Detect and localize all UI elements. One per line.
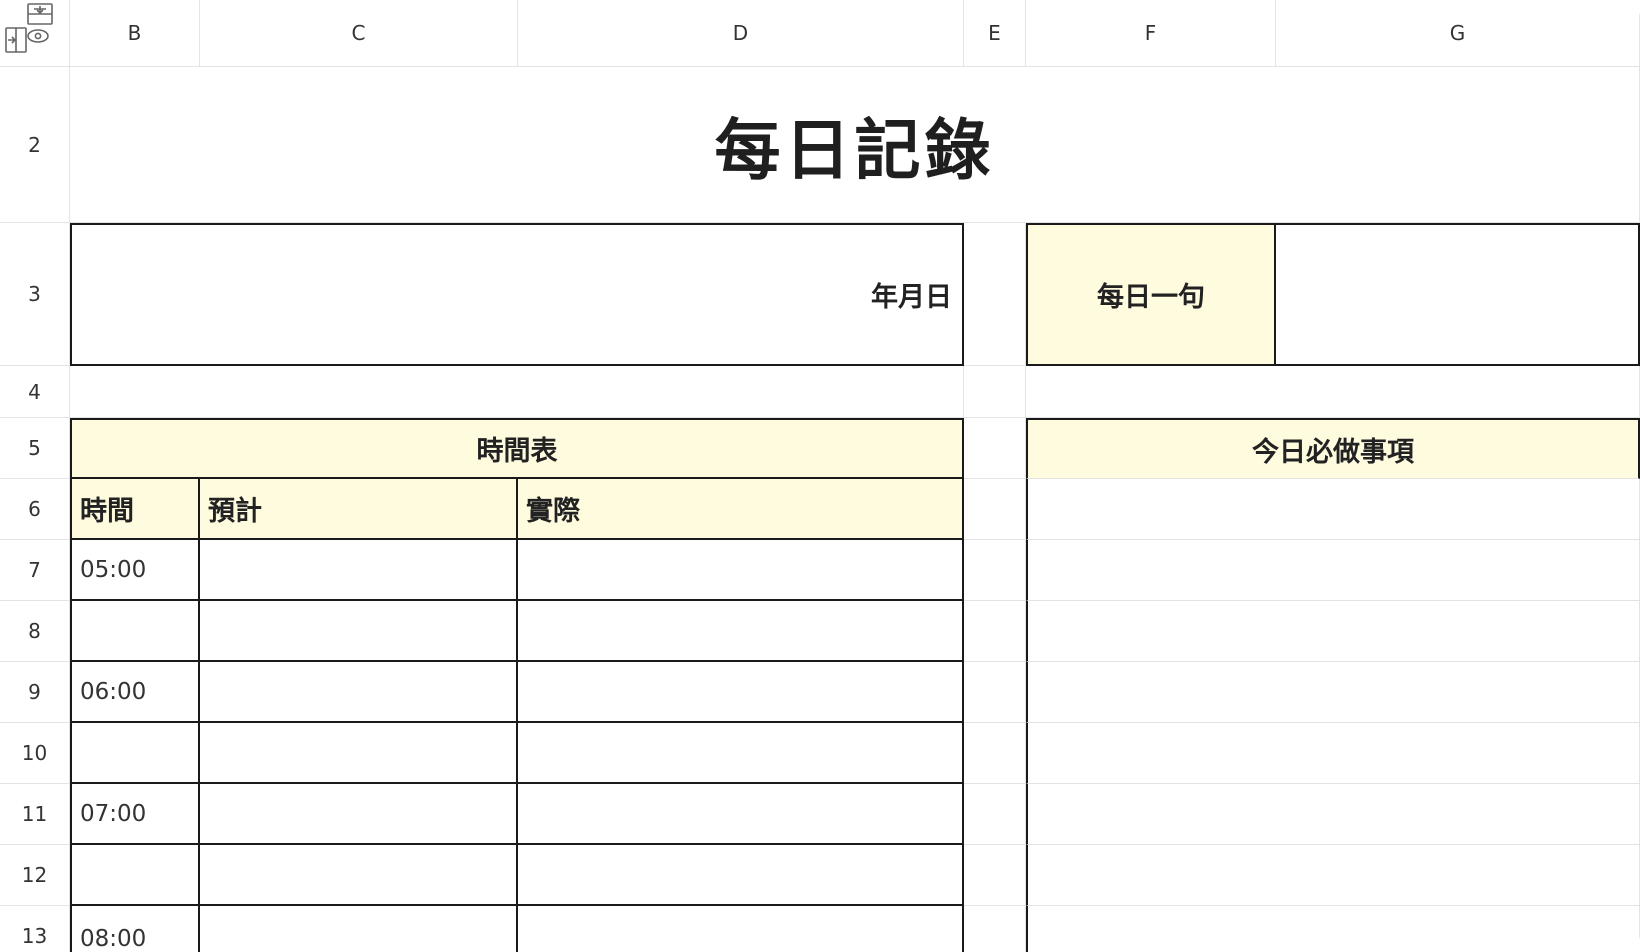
actual-column-header[interactable]: 實際: [518, 479, 964, 540]
actual-cell[interactable]: [518, 662, 964, 723]
time-cell[interactable]: [70, 601, 200, 662]
date-cell[interactable]: 年月日: [70, 223, 964, 366]
column-header-g[interactable]: G: [1276, 0, 1640, 67]
page-title[interactable]: 每日記錄: [70, 67, 1640, 223]
planned-cell[interactable]: [200, 662, 518, 723]
time-cell[interactable]: 08:00: [70, 906, 200, 952]
row-header-6[interactable]: 6: [0, 479, 70, 540]
planned-cell[interactable]: [200, 723, 518, 784]
time-cell[interactable]: 05:00: [70, 540, 200, 601]
todo-header-cell[interactable]: 今日必做事項: [1026, 418, 1640, 479]
actual-cell[interactable]: [518, 784, 964, 845]
schedule-header-cell[interactable]: 時間表: [70, 418, 964, 479]
column-header-e[interactable]: E: [964, 0, 1026, 67]
select-all-corner[interactable]: [0, 0, 70, 67]
todo-item-cell[interactable]: [1026, 662, 1640, 723]
planned-cell[interactable]: [200, 540, 518, 601]
quote-label-cell[interactable]: 每日一句: [1026, 223, 1276, 366]
time-cell[interactable]: 07:00: [70, 784, 200, 845]
time-cell[interactable]: 06:00: [70, 662, 200, 723]
todo-item-cell[interactable]: [1026, 845, 1640, 906]
todo-item-cell[interactable]: [1026, 540, 1640, 601]
planned-column-header[interactable]: 預計: [200, 479, 518, 540]
todo-item-cell[interactable]: [1026, 601, 1640, 662]
freeze-panes-icon[interactable]: [4, 2, 54, 58]
row-header-7[interactable]: 7: [0, 540, 70, 601]
spreadsheet-frame: B C D E F G 2 3 4 5 6 7 8 9 10 11 12 13 …: [0, 0, 1640, 952]
cell-e4[interactable]: [964, 366, 1026, 418]
actual-cell[interactable]: [518, 723, 964, 784]
actual-cell[interactable]: [518, 601, 964, 662]
row-header-10[interactable]: 10: [0, 723, 70, 784]
cell-b4[interactable]: [70, 366, 964, 418]
cell-e8[interactable]: [964, 601, 1026, 662]
row-header-8[interactable]: 8: [0, 601, 70, 662]
todo-item-cell[interactable]: [1026, 906, 1640, 952]
row-header-2[interactable]: 2: [0, 67, 70, 223]
cell-e10[interactable]: [964, 723, 1026, 784]
actual-cell[interactable]: [518, 845, 964, 906]
column-header-b[interactable]: B: [70, 0, 200, 67]
planned-cell[interactable]: [200, 845, 518, 906]
time-column-header[interactable]: 時間: [70, 479, 200, 540]
actual-cell[interactable]: [518, 906, 964, 952]
row-header-11[interactable]: 11: [0, 784, 70, 845]
spreadsheet-grid: B C D E F G 2 3 4 5 6 7 8 9 10 11 12 13 …: [0, 0, 1640, 952]
cell-e11[interactable]: [964, 784, 1026, 845]
column-header-d[interactable]: D: [518, 0, 964, 67]
row-header-3[interactable]: 3: [0, 223, 70, 366]
todo-item-cell[interactable]: [1026, 723, 1640, 784]
cell-f4[interactable]: [1026, 366, 1640, 418]
cell-e7[interactable]: [964, 540, 1026, 601]
time-cell[interactable]: [70, 845, 200, 906]
time-cell[interactable]: [70, 723, 200, 784]
cell-e5[interactable]: [964, 418, 1026, 479]
cell-e3[interactable]: [964, 223, 1026, 366]
row-header-12[interactable]: 12: [0, 845, 70, 906]
cell-e12[interactable]: [964, 845, 1026, 906]
column-header-c[interactable]: C: [200, 0, 518, 67]
actual-cell[interactable]: [518, 540, 964, 601]
todo-item-cell[interactable]: [1026, 479, 1640, 540]
planned-cell[interactable]: [200, 784, 518, 845]
column-header-f[interactable]: F: [1026, 0, 1276, 67]
row-header-4[interactable]: 4: [0, 366, 70, 418]
cell-e9[interactable]: [964, 662, 1026, 723]
row-header-5[interactable]: 5: [0, 418, 70, 479]
cell-e6[interactable]: [964, 479, 1026, 540]
todo-item-cell[interactable]: [1026, 784, 1640, 845]
planned-cell[interactable]: [200, 601, 518, 662]
cell-e13[interactable]: [964, 906, 1026, 952]
row-header-13[interactable]: 13: [0, 906, 70, 952]
planned-cell[interactable]: [200, 906, 518, 952]
row-header-9[interactable]: 9: [0, 662, 70, 723]
quote-value-cell[interactable]: [1276, 223, 1640, 366]
